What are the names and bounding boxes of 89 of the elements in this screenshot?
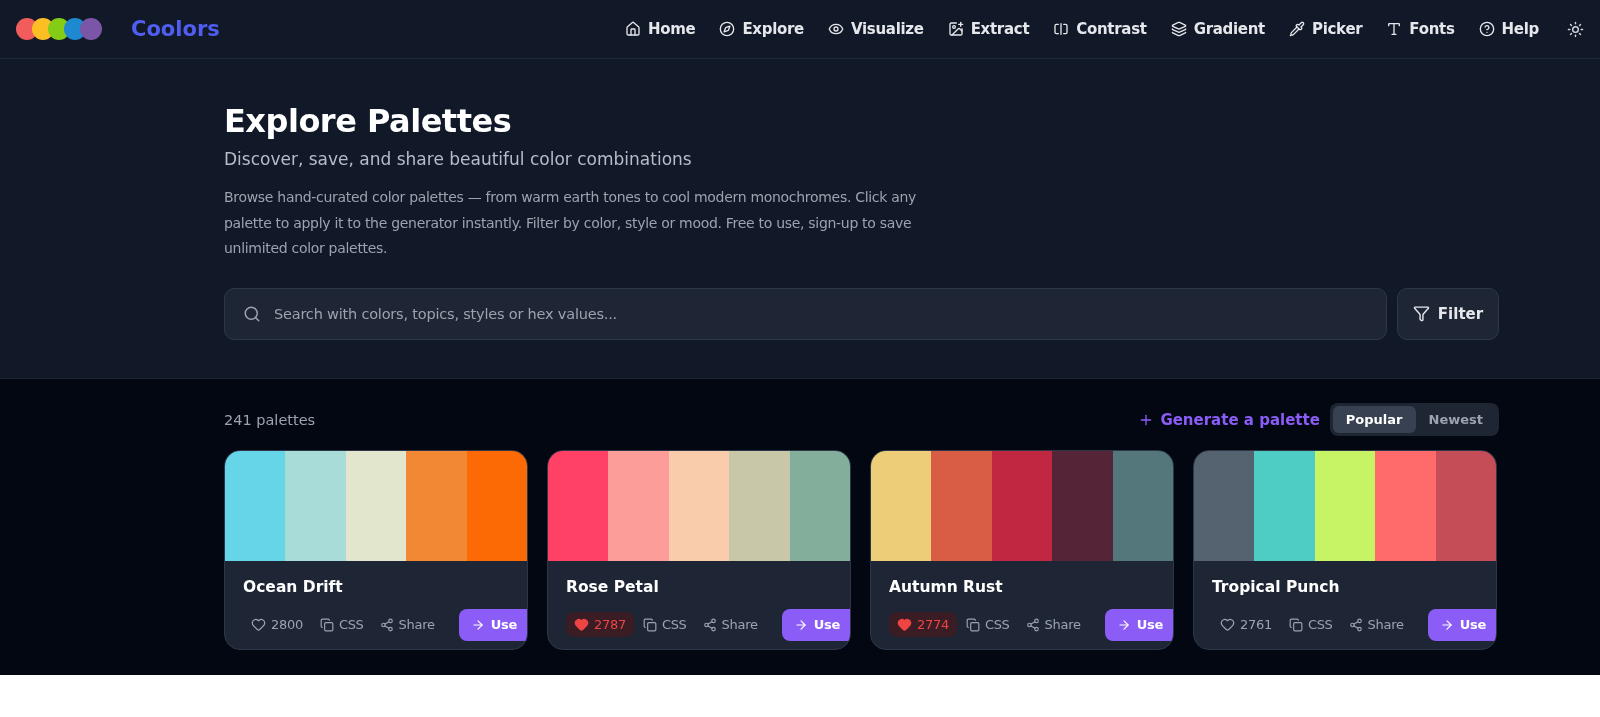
share-icon (379, 617, 394, 632)
color-swatch[interactable] (345, 450, 407, 561)
like-button[interactable]: 2787 (566, 612, 634, 637)
copy-css-button[interactable]: CSS (635, 612, 694, 637)
color-swatch[interactable] (729, 450, 790, 561)
color-swatch[interactable] (668, 450, 730, 561)
funnel-icon (1412, 305, 1430, 322)
color-swatch[interactable] (991, 450, 1053, 561)
heart-icon (251, 617, 266, 632)
palette-card[interactable]: Ocean Drift 2800 CSS Share Use (224, 449, 528, 650)
copy-css-button[interactable]: CSS (958, 612, 1017, 637)
page-description: Browse hand-curated color palettes — from warm earth tones to cool modern monochromes. Click any palette to apply it to the generator instantly. Filter by color, style or mood. Free to use, sign-up to save unlimited color palettes. (224, 188, 918, 258)
like-button[interactable]: 2800 (243, 612, 311, 637)
nav-link[interactable]: Contrast (1053, 20, 1147, 38)
like-button[interactable]: 2774 (889, 612, 957, 637)
page-title: Explore Palettes (224, 101, 513, 141)
sun-icon (1567, 20, 1584, 38)
share-icon (1025, 617, 1040, 632)
share-button[interactable]: Share (372, 612, 442, 637)
heart-icon (574, 617, 589, 632)
nav-link[interactable]: Gradient (1170, 20, 1265, 38)
nav-link[interactable]: Visualize (827, 20, 924, 38)
color-swatch[interactable] (1254, 450, 1315, 561)
palette-name: Autumn Rust (889, 576, 1004, 597)
brand-name[interactable]: Coolors (131, 17, 220, 41)
share-button[interactable]: Share (1341, 612, 1411, 637)
color-swatch[interactable] (285, 450, 346, 561)
filter-button[interactable]: Filter (1397, 287, 1499, 340)
share-button[interactable]: Share (695, 612, 765, 637)
copy-css-button[interactable]: CSS (312, 612, 371, 637)
pipette-icon (1289, 21, 1305, 37)
nav-link[interactable]: Fonts (1386, 20, 1455, 38)
palette-card[interactable]: Rose Petal 2787 CSS Share Use (547, 449, 851, 650)
eye-icon (827, 21, 844, 37)
use-button[interactable]: Use (458, 608, 527, 641)
heart-icon (1220, 617, 1235, 632)
color-swatch[interactable] (225, 450, 286, 561)
share-icon (702, 617, 717, 632)
help-icon (1478, 21, 1495, 37)
color-swatch[interactable] (1435, 450, 1496, 561)
share-button[interactable]: Share (1018, 612, 1088, 637)
copy-icon (642, 617, 657, 632)
color-swatch[interactable] (1112, 450, 1173, 561)
search-field[interactable]: Search with colors, topics, styles or hex values... (224, 287, 1387, 340)
palette-name: Tropical Punch (1212, 576, 1341, 597)
sort-tab[interactable]: Popular (1332, 406, 1416, 433)
compass-icon (719, 21, 736, 37)
color-swatch[interactable] (871, 450, 932, 561)
color-swatch[interactable] (789, 450, 850, 561)
image-icon (947, 21, 964, 37)
nav-link[interactable]: Extract (947, 20, 1030, 38)
letter-t-icon (1386, 21, 1403, 37)
color-swatch[interactable] (1375, 450, 1436, 561)
color-swatch[interactable] (1052, 450, 1113, 561)
use-button[interactable]: Use (1104, 608, 1173, 641)
color-swatch[interactable] (1194, 450, 1255, 561)
generate-palette-link[interactable]: Generate a palette (1138, 410, 1320, 429)
heart-icon (897, 617, 912, 632)
share-icon (1348, 617, 1363, 632)
sort-tab[interactable]: Newest (1415, 406, 1496, 433)
copy-icon (1288, 617, 1303, 632)
theme-toggle-button[interactable] (1567, 20, 1584, 38)
color-swatch[interactable] (548, 450, 609, 561)
logo-icon[interactable] (15, 17, 103, 41)
palette-name: Rose Petal (566, 576, 660, 597)
copy-icon (965, 617, 980, 632)
copy-icon (319, 617, 334, 632)
use-button[interactable]: Use (781, 608, 850, 641)
house-icon (624, 21, 641, 37)
color-swatch[interactable] (608, 450, 669, 561)
split-square-icon (1053, 21, 1070, 37)
like-button[interactable]: 2761 (1212, 612, 1280, 637)
nav-link[interactable]: Help (1478, 20, 1539, 38)
search-icon (243, 304, 261, 323)
copy-css-button[interactable]: CSS (1281, 612, 1340, 637)
palette-name: Ocean Drift (243, 576, 344, 597)
page-subtitle: Discover, save, and share beautiful color combinations (224, 149, 693, 169)
palette-count: 241 palettes (224, 411, 316, 428)
color-swatch[interactable] (1314, 450, 1376, 561)
nav-link[interactable]: Picker (1289, 20, 1363, 38)
color-swatch[interactable] (466, 450, 527, 561)
color-swatch[interactable] (406, 450, 467, 561)
nav-link[interactable]: Explore (719, 20, 804, 38)
palette-card[interactable]: Autumn Rust 2774 CSS Share Use (870, 449, 1174, 650)
color-swatch[interactable] (931, 450, 992, 561)
use-button[interactable]: Use (1427, 608, 1496, 641)
layers-icon (1170, 21, 1187, 37)
palette-card[interactable]: Tropical Punch 2761 CSS Share Use (1193, 449, 1497, 650)
nav-link[interactable]: Home (624, 20, 696, 38)
